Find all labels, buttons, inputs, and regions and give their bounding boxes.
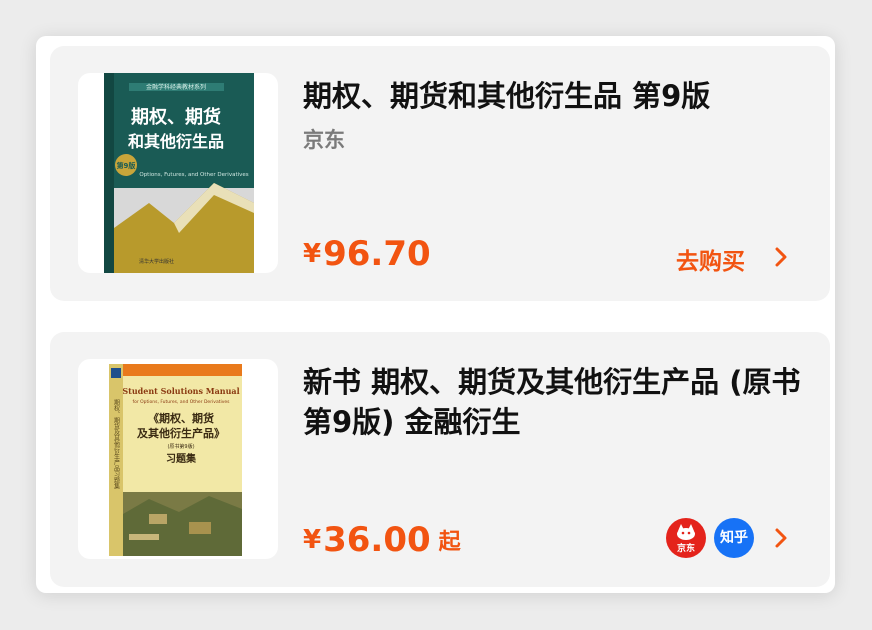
store-jd-button[interactable]: 京东 <box>666 518 706 558</box>
book-cover-image: 金融学科经典教材系列 期权、期货 和其他衍生品 第9版 Options, Fut… <box>104 73 254 273</box>
svg-text:第9版: 第9版 <box>117 161 136 170</box>
store-label: 京东 <box>676 544 695 554</box>
product-card[interactable]: 期权、期货及其他衍生产品习题集 Student Solutions Manual… <box>50 332 830 587</box>
chevron-right-icon[interactable] <box>770 527 792 549</box>
svg-text:和其他衍生品: 和其他衍生品 <box>128 132 224 151</box>
jd-dog-icon <box>677 524 695 540</box>
svg-text:《期权、期货: 《期权、期货 <box>148 411 214 425</box>
chevron-right-icon[interactable] <box>770 246 792 268</box>
zhihu-icon[interactable]: 知乎 <box>714 518 754 558</box>
price-amount: 96.70 <box>323 234 431 274</box>
product-list-panel: 金融学科经典教材系列 期权、期货 和其他衍生品 第9版 Options, Fut… <box>36 36 835 593</box>
svg-text:期权、期货: 期权、期货 <box>131 106 221 128</box>
svg-text:期权、期货及其他衍生产品习题集: 期权、期货及其他衍生产品习题集 <box>113 398 120 490</box>
book-cover-image: 期权、期货及其他衍生产品习题集 Student Solutions Manual… <box>109 364 242 556</box>
currency-symbol: ¥ <box>303 525 322 555</box>
product-price: ¥36.00 起 <box>303 520 461 560</box>
svg-text:Student Solutions Manual: Student Solutions Manual <box>122 386 239 396</box>
svg-text:清华大学出版社: 清华大学出版社 <box>139 258 174 265</box>
product-card[interactable]: 金融学科经典教材系列 期权、期货 和其他衍生品 第9版 Options, Fut… <box>50 46 830 301</box>
book-cover[interactable]: 期权、期货及其他衍生产品习题集 Student Solutions Manual… <box>78 359 278 559</box>
currency-symbol: ¥ <box>303 239 322 269</box>
svg-text:(原书第9版): (原书第9版) <box>167 443 194 450</box>
svg-text:金融学科经典教材系列: 金融学科经典教材系列 <box>146 83 206 91</box>
book-cover[interactable]: 金融学科经典教材系列 期权、期货 和其他衍生品 第9版 Options, Fut… <box>78 73 278 273</box>
svg-text:及其他衍生产品》: 及其他衍生产品》 <box>137 426 225 440</box>
product-title[interactable]: 期权、期货和其他衍生品 第9版 <box>303 76 803 116</box>
product-price: ¥96.70 <box>303 234 431 274</box>
buy-button[interactable]: 去购买 <box>676 242 745 276</box>
price-amount: 36.00 <box>323 520 431 560</box>
product-title[interactable]: 新书 期权、期货及其他衍生产品 (原书第9版) 金融衍生 <box>303 362 803 442</box>
price-suffix: 起 <box>438 530 461 555</box>
product-source: 京东 <box>303 128 345 152</box>
svg-text:习题集: 习题集 <box>166 452 197 465</box>
svg-text:for Options, Futures, and Othe: for Options, Futures, and Other Derivati… <box>132 399 230 405</box>
svg-text:Options, Futures, and Other De: Options, Futures, and Other Derivatives <box>139 172 248 178</box>
